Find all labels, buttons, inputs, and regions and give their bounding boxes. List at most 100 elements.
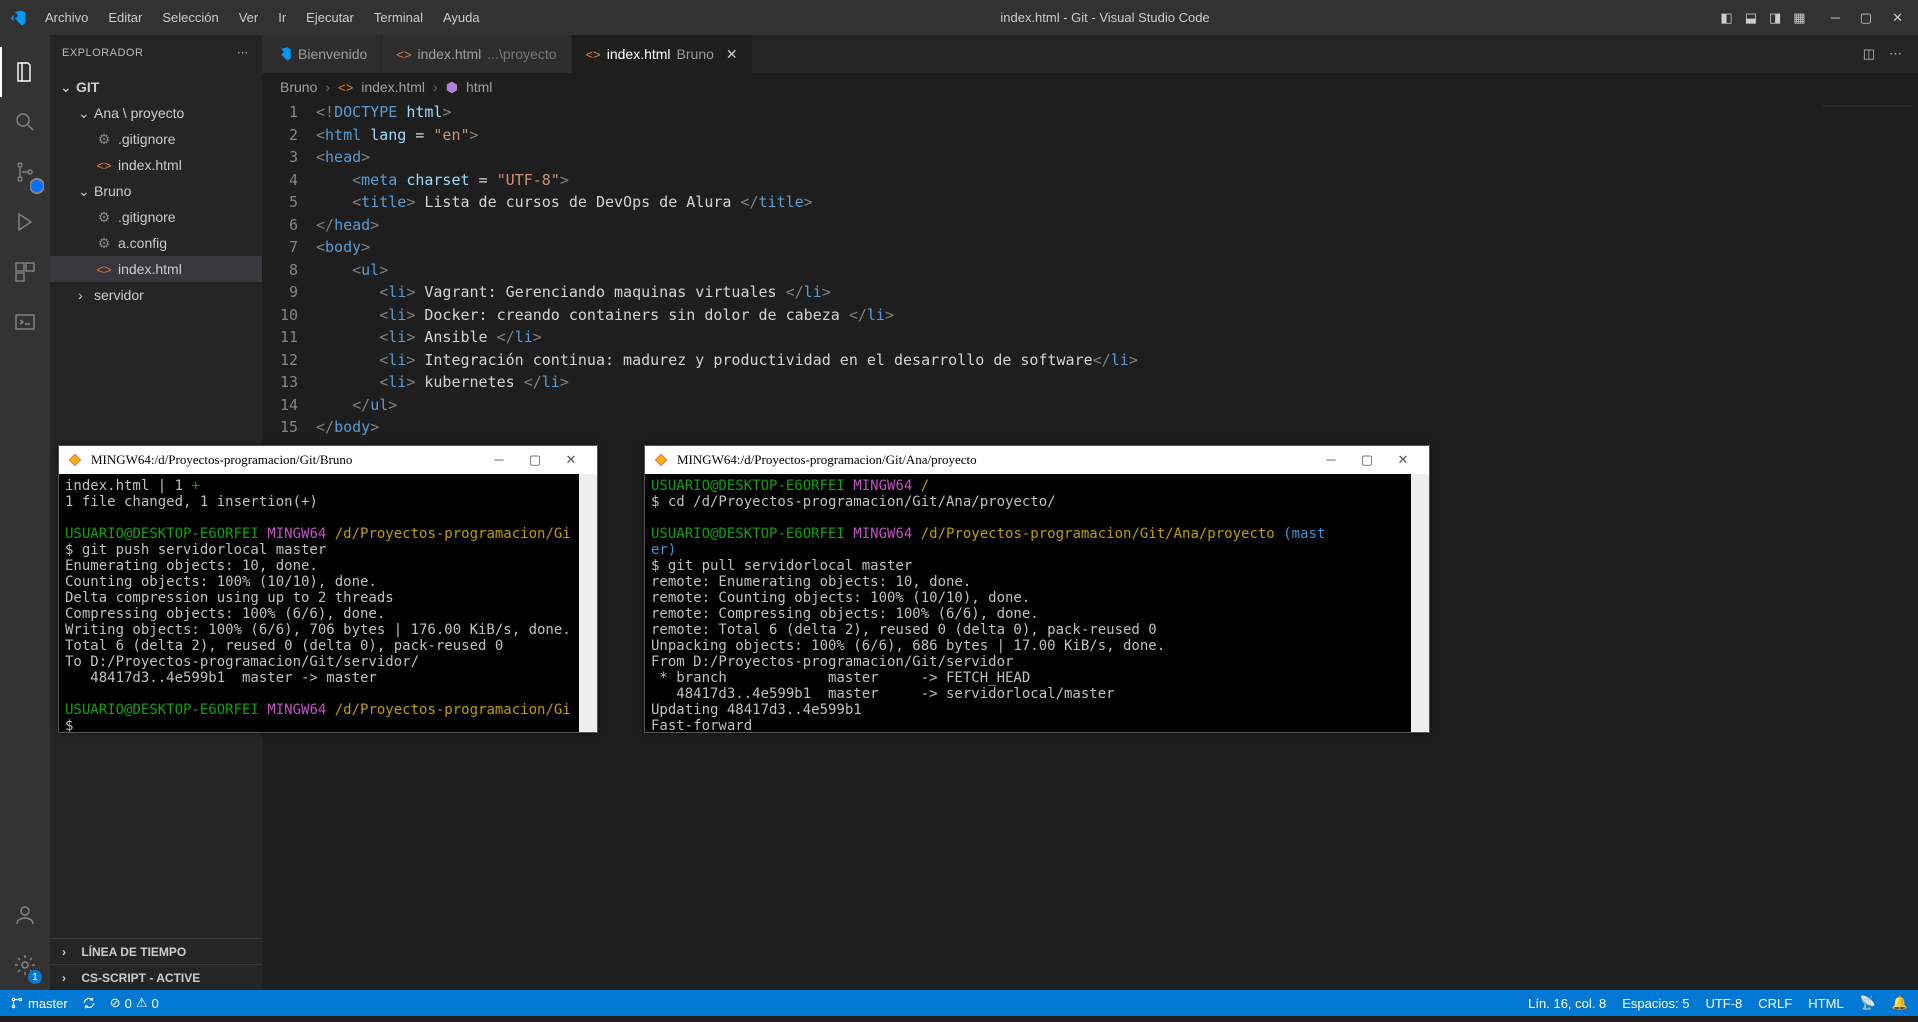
folder-label: Ana \ proyecto bbox=[94, 105, 184, 121]
indent-setting[interactable]: Espacios: 5 bbox=[1622, 996, 1689, 1011]
breadcrumb-item[interactable]: index.html bbox=[361, 79, 425, 95]
minimize-icon[interactable]: ─ bbox=[1831, 10, 1840, 26]
file-label: .gitignore bbox=[118, 131, 176, 147]
menu-editar[interactable]: Editar bbox=[98, 10, 152, 25]
line-gutter: 123456789101112131415 bbox=[268, 101, 316, 439]
maximize-icon[interactable]: ▢ bbox=[1349, 452, 1385, 468]
close-icon[interactable]: ✕ bbox=[1385, 452, 1421, 468]
encoding[interactable]: UTF-8 bbox=[1705, 996, 1742, 1011]
panel-left-icon[interactable]: ◧ bbox=[1720, 10, 1732, 26]
terminal-title: MINGW64:/d/Proyectos-programacion/Git/An… bbox=[677, 452, 977, 468]
menu-ver[interactable]: Ver bbox=[229, 10, 269, 25]
settings-gear-icon[interactable]: 1 bbox=[0, 940, 50, 990]
maximize-icon[interactable]: ▢ bbox=[1860, 10, 1872, 26]
close-icon[interactable]: ✕ bbox=[553, 452, 589, 468]
extensions-icon[interactable] bbox=[0, 247, 50, 297]
terminal-output[interactable]: index.html | 1 + 1 file changed, 1 inser… bbox=[59, 474, 597, 732]
window-title: index.html - Git - Visual Studio Code bbox=[490, 10, 1721, 25]
scrollbar[interactable] bbox=[579, 474, 597, 732]
layout-grid-icon[interactable]: ▦ bbox=[1793, 10, 1805, 26]
source-control-icon[interactable] bbox=[0, 147, 50, 197]
breadcrumb-item[interactable]: Bruno bbox=[280, 79, 317, 95]
terminal-window-ana[interactable]: MINGW64:/d/Proyectos-programacion/Git/An… bbox=[644, 445, 1430, 733]
menu-archivo[interactable]: Archivo bbox=[35, 10, 98, 25]
file-gitignore-bruno[interactable]: ⚙.gitignore bbox=[50, 204, 262, 230]
folder-label: Bruno bbox=[94, 183, 131, 199]
maximize-icon[interactable]: ▢ bbox=[517, 452, 553, 468]
panel-right-icon[interactable]: ◨ bbox=[1769, 10, 1781, 26]
problems-indicator[interactable]: ⊘0 ⚠0 bbox=[110, 995, 159, 1011]
tab-label: Bienvenido bbox=[298, 46, 367, 62]
close-tab-icon[interactable]: ✕ bbox=[726, 46, 738, 63]
file-aconfig[interactable]: ⚙a.config bbox=[50, 230, 262, 256]
search-icon[interactable] bbox=[0, 97, 50, 147]
folder-ana[interactable]: ⌄Ana \ proyecto bbox=[50, 100, 262, 126]
file-label: a.config bbox=[118, 235, 167, 251]
branch-indicator[interactable]: master bbox=[10, 996, 68, 1011]
tree-root[interactable]: ⌄GIT bbox=[50, 74, 262, 100]
status-bar: master ⊘0 ⚠0 Lín. 16, col. 8 Espacios: 5… bbox=[0, 990, 1918, 1016]
eol[interactable]: CRLF bbox=[1758, 996, 1792, 1011]
terminal-panel-icon[interactable] bbox=[0, 297, 50, 347]
editor-tabs: Bienvenido <> index.html ...\proyecto <>… bbox=[262, 35, 1918, 73]
titlebar: Archivo Editar Selección Ver Ir Ejecutar… bbox=[0, 0, 1918, 35]
notifications-icon[interactable]: 🔔 bbox=[1892, 995, 1908, 1011]
account-icon[interactable] bbox=[0, 890, 50, 940]
scrollbar[interactable] bbox=[1411, 474, 1429, 732]
menu-ayuda[interactable]: Ayuda bbox=[433, 10, 490, 25]
file-label: .gitignore bbox=[118, 209, 176, 225]
menu-ejecutar[interactable]: Ejecutar bbox=[296, 10, 364, 25]
tab-label: index.html bbox=[607, 46, 671, 62]
minimize-icon[interactable]: ─ bbox=[481, 452, 517, 468]
breadcrumb-item[interactable]: html bbox=[466, 79, 492, 95]
code-content[interactable]: <!DOCTYPE html> <html lang = "en"> <head… bbox=[316, 101, 1918, 439]
error-count: 0 bbox=[125, 996, 132, 1011]
run-debug-icon[interactable] bbox=[0, 197, 50, 247]
terminal-output[interactable]: USUARIO@DESKTOP-E6ORFEI MINGW64 / $ cd /… bbox=[645, 474, 1429, 732]
minimize-icon[interactable]: ─ bbox=[1313, 452, 1349, 468]
warning-count: 0 bbox=[152, 996, 159, 1011]
activity-bar: 1 bbox=[0, 35, 50, 990]
folder-servidor[interactable]: ›servidor bbox=[50, 282, 262, 308]
explorer-title: EXPLORADOR bbox=[62, 47, 143, 59]
tab-index-bruno[interactable]: <> index.html Bruno ✕ bbox=[572, 35, 753, 73]
csscript-panel[interactable]: › CS-SCRIPT - ACTIVE bbox=[50, 964, 262, 990]
tree-root-label: GIT bbox=[76, 79, 99, 95]
tab-index-proyecto[interactable]: <> index.html ...\proyecto bbox=[382, 35, 571, 73]
folder-label: servidor bbox=[94, 287, 144, 303]
menu-terminal[interactable]: Terminal bbox=[364, 10, 433, 25]
folder-bruno[interactable]: ⌄Bruno bbox=[50, 178, 262, 204]
file-index-ana[interactable]: <>index.html bbox=[50, 152, 262, 178]
terminal-titlebar[interactable]: MINGW64:/d/Proyectos-programacion/Git/Br… bbox=[59, 446, 597, 474]
panel-label: CS-SCRIPT - ACTIVE bbox=[81, 971, 200, 985]
branch-name: master bbox=[28, 996, 68, 1011]
timeline-panel[interactable]: › LÍNEA DE TIEMPO bbox=[50, 938, 262, 964]
minimap[interactable] bbox=[1822, 105, 1912, 305]
cursor-position[interactable]: Lín. 16, col. 8 bbox=[1528, 996, 1606, 1011]
panel-bottom-icon[interactable]: ⬓ bbox=[1745, 10, 1757, 26]
tab-label: index.html bbox=[417, 46, 481, 62]
tab-hint: Bruno bbox=[677, 46, 714, 62]
language-mode[interactable]: HTML bbox=[1808, 996, 1843, 1011]
more-icon[interactable]: ⋯ bbox=[237, 46, 250, 59]
file-gitignore-ana[interactable]: ⚙.gitignore bbox=[50, 126, 262, 152]
settings-badge: 1 bbox=[28, 970, 42, 984]
panel-label: LÍNEA DE TIEMPO bbox=[81, 945, 186, 959]
close-icon[interactable]: ✕ bbox=[1892, 10, 1903, 26]
menu-seleccion[interactable]: Selección bbox=[152, 10, 228, 25]
feedback-icon[interactable]: 📡 bbox=[1860, 995, 1876, 1011]
menu-ir[interactable]: Ir bbox=[268, 10, 296, 25]
file-label: index.html bbox=[118, 157, 182, 173]
explorer-icon[interactable] bbox=[0, 47, 50, 97]
tab-hint: ...\proyecto bbox=[487, 46, 556, 62]
terminal-titlebar[interactable]: MINGW64:/d/Proyectos-programacion/Git/An… bbox=[645, 446, 1429, 474]
split-editor-icon[interactable]: ◫ bbox=[1863, 46, 1875, 62]
tab-bienvenido[interactable]: Bienvenido bbox=[262, 35, 382, 73]
sync-icon[interactable] bbox=[82, 996, 96, 1010]
vscode-logo-icon bbox=[0, 9, 35, 27]
terminal-window-bruno[interactable]: MINGW64:/d/Proyectos-programacion/Git/Br… bbox=[58, 445, 598, 733]
file-index-bruno[interactable]: <>index.html bbox=[50, 256, 262, 282]
editor-more-icon[interactable]: ⋯ bbox=[1889, 46, 1904, 62]
breadcrumbs[interactable]: Bruno › <> index.html › ⬢ html bbox=[262, 73, 1918, 101]
code-editor[interactable]: 123456789101112131415 <!DOCTYPE html> <h… bbox=[262, 101, 1918, 439]
